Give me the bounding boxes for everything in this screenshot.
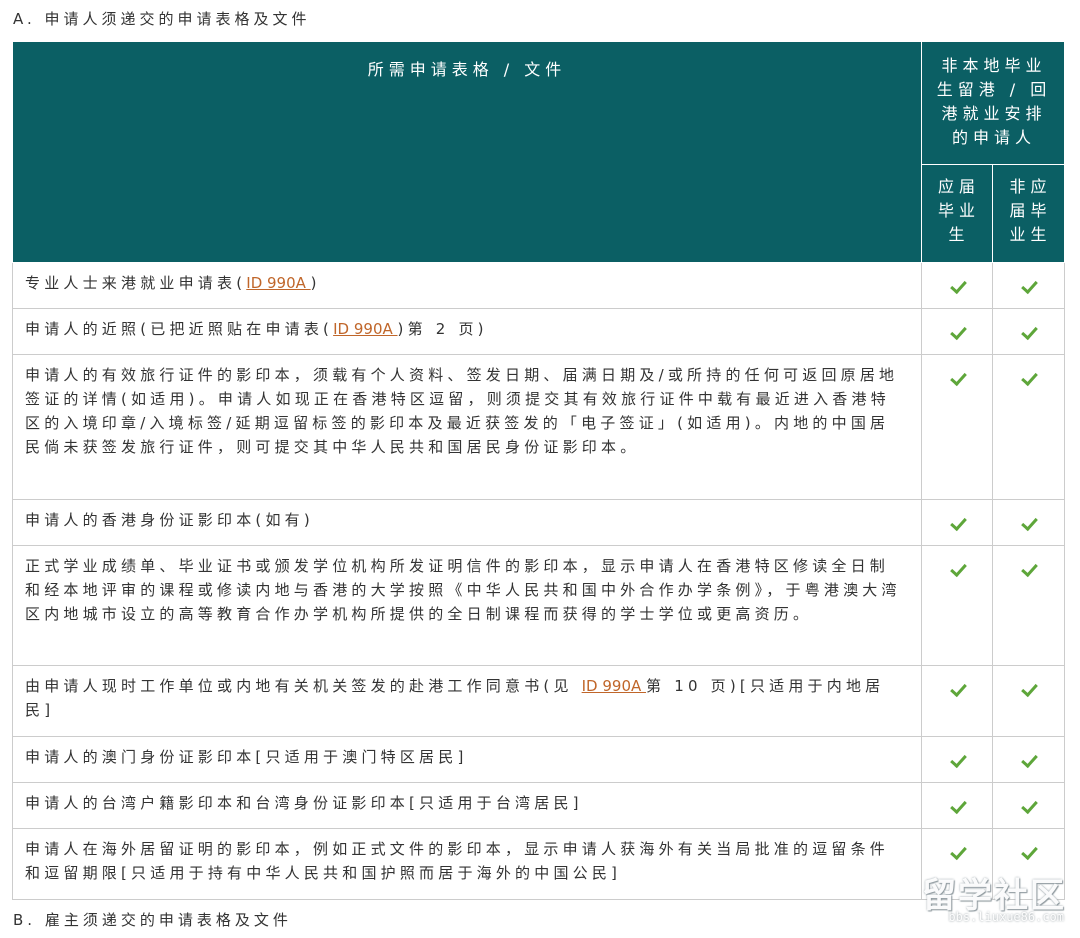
checkmark-icon — [949, 368, 967, 387]
table-row: 申请人在海外居留证明的影印本，例如正式文件的影印本，显示申请人获海外有关当局批准… — [12, 828, 1066, 900]
document-text: 申请人的近照(已把近照贴在申请表( — [25, 320, 334, 338]
table-row: 申请人的近照(已把近照贴在申请表(ID 990A )第 2 页) — [12, 308, 1066, 355]
document-cell: 申请人的有效旅行证件的影印本，须载有个人资料、签发日期、届满日期及/或所持的任何… — [12, 354, 922, 500]
checkmark-icon — [949, 513, 967, 532]
checkmark-icon — [1021, 796, 1038, 815]
document-text: 申请人的有效旅行证件的影印本，须载有个人资料、签发日期、届满日期及/或所持的任何… — [25, 366, 899, 456]
checkmark-icon — [949, 796, 967, 815]
fresh-graduate-cell — [921, 782, 993, 829]
document-text-suffix: ) — [310, 274, 321, 292]
fresh-graduate-cell — [921, 665, 993, 737]
checkmark-icon — [949, 559, 967, 578]
checkmark-icon — [949, 276, 967, 295]
fresh-graduate-cell — [921, 262, 993, 309]
non-fresh-graduate-cell — [991, 308, 1066, 355]
document-text: 专业人士来港就业申请表( — [25, 274, 247, 292]
non-fresh-graduate-cell — [991, 665, 1066, 737]
non-fresh-graduate-cell — [991, 262, 1066, 309]
fresh-graduate-cell — [921, 308, 993, 355]
checkmark-icon — [1021, 322, 1038, 341]
form-link-id990a[interactable]: ID 990A — [582, 677, 646, 695]
document-cell: 专业人士来港就业申请表(ID 990A ) — [12, 262, 922, 309]
document-cell: 由申请人现时工作单位或内地有关机关签发的赴港工作同意书(见 ID 990A 第 … — [12, 665, 922, 737]
document-text: 申请人在海外居留证明的影印本，例如正式文件的影印本，显示申请人获海外有关当局批准… — [25, 840, 890, 882]
document-cell: 申请人的近照(已把近照贴在申请表(ID 990A )第 2 页) — [12, 308, 922, 355]
table-row: 申请人的澳门身份证影印本[只适用于澳门特区居民] — [12, 736, 1066, 783]
table-row: 申请人的台湾户籍影印本和台湾身份证影印本[只适用于台湾居民] — [12, 782, 1066, 829]
checkmark-icon — [949, 842, 967, 861]
watermark-url: bbs.liuxue86.com — [948, 910, 1064, 924]
fresh-graduate-cell — [921, 736, 993, 783]
fresh-graduate-cell — [921, 545, 993, 666]
table-row: 由申请人现时工作单位或内地有关机关签发的赴港工作同意书(见 ID 990A 第 … — [12, 665, 1066, 737]
checkmark-icon — [949, 750, 967, 769]
checkmark-icon — [1021, 750, 1038, 769]
section-b-title: B. 雇主须递交的申请表格及文件 — [13, 911, 292, 929]
header-non-fresh-graduates: 非应届毕业生 — [991, 164, 1066, 263]
checkmark-icon — [1021, 513, 1038, 532]
document-cell: 申请人的香港身份证影印本(如有) — [12, 499, 922, 546]
non-fresh-graduate-cell — [991, 499, 1066, 546]
checkmark-icon — [1021, 679, 1038, 698]
checkmark-icon — [1021, 368, 1038, 387]
fresh-graduate-cell — [921, 354, 993, 500]
document-text: 由申请人现时工作单位或内地有关机关签发的赴港工作同意书(见 — [25, 677, 582, 695]
requirements-table: 所需申请表格 / 文件 非本地毕业生留港 / 回港就业安排的申请人 应届毕业生 … — [12, 41, 1066, 900]
non-fresh-graduate-cell — [991, 782, 1066, 829]
header-fresh-graduates: 应届毕业生 — [921, 164, 993, 263]
non-fresh-graduate-cell — [991, 354, 1066, 500]
table-row: 申请人的香港身份证影印本(如有) — [12, 499, 1066, 546]
table-row: 专业人士来港就业申请表(ID 990A ) — [12, 262, 1066, 309]
header-applicant-group: 非本地毕业生留港 / 回港就业安排的申请人 — [920, 41, 1066, 165]
table-row: 申请人的有效旅行证件的影印本，须载有个人资料、签发日期、届满日期及/或所持的任何… — [12, 354, 1066, 500]
document-cell: 申请人的台湾户籍影印本和台湾身份证影印本[只适用于台湾居民] — [12, 782, 922, 829]
checkmark-icon — [949, 679, 967, 698]
document-cell: 申请人的澳门身份证影印本[只适用于澳门特区居民] — [12, 736, 922, 783]
form-link-id990a[interactable]: ID 990A — [333, 320, 397, 338]
checkmark-icon — [1021, 276, 1038, 295]
header-documents: 所需申请表格 / 文件 — [12, 41, 922, 263]
document-cell: 正式学业成绩单、毕业证书或颁发学位机构所发证明信件的影印本，显示申请人在香港特区… — [12, 545, 922, 666]
checkmark-icon — [1021, 842, 1038, 861]
document-text-suffix: )第 2 页) — [397, 320, 488, 338]
fresh-graduate-cell — [921, 499, 993, 546]
checkmark-icon — [949, 322, 967, 341]
non-fresh-graduate-cell — [991, 736, 1066, 783]
non-fresh-graduate-cell — [991, 545, 1066, 666]
section-a-title: A. 申请人须递交的申请表格及文件 — [13, 10, 311, 28]
document-cell: 申请人在海外居留证明的影印本，例如正式文件的影印本，显示申请人获海外有关当局批准… — [12, 828, 922, 900]
document-text: 申请人的香港身份证影印本(如有) — [25, 511, 314, 529]
table-row: 正式学业成绩单、毕业证书或颁发学位机构所发证明信件的影印本，显示申请人在香港特区… — [12, 545, 1066, 666]
checkmark-icon — [1021, 559, 1038, 578]
document-text: 申请人的澳门身份证影印本[只适用于澳门特区居民] — [25, 748, 468, 766]
document-text: 申请人的台湾户籍影印本和台湾身份证影印本[只适用于台湾居民] — [25, 794, 583, 812]
form-link-id990a[interactable]: ID 990A — [246, 274, 310, 292]
document-text: 正式学业成绩单、毕业证书或颁发学位机构所发证明信件的影印本，显示申请人在香港特区… — [25, 557, 901, 623]
